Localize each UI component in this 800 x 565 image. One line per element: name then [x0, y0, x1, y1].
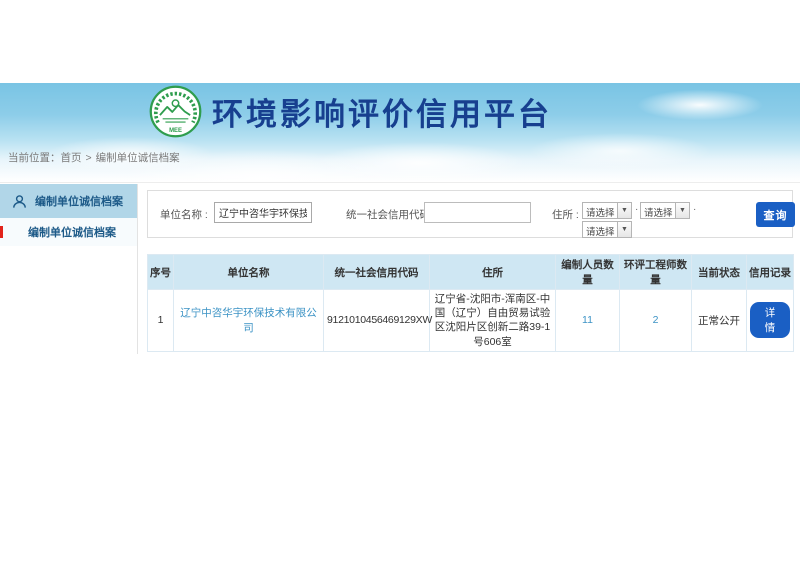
address-district-select[interactable]: 请选择 ▼	[582, 221, 632, 238]
chevron-down-icon[interactable]: ▼	[618, 202, 632, 219]
sidebar-header-label: 编制单位诚信档案	[35, 193, 123, 209]
detail-button[interactable]: 详情	[750, 302, 790, 338]
address-separator: ·	[635, 204, 638, 215]
cell-unit-name: 辽宁中咨华宇环保技术有限公司	[174, 290, 324, 352]
breadcrumb-home-link[interactable]: 首页	[61, 152, 82, 164]
column-header-address: 住所	[430, 255, 556, 290]
cell-credit-record: 详情	[747, 290, 794, 352]
active-item-marker	[0, 226, 3, 238]
column-header-credit-code: 统一社会信用代码	[324, 255, 430, 290]
cell-seq: 1	[148, 290, 174, 352]
brand: MEE 环境影响评价信用平台	[148, 84, 552, 139]
cell-engineer-count: 2	[620, 290, 692, 352]
cell-credit-code: 9121010456469129XW	[324, 290, 430, 352]
column-header-staff-count: 编制人员数量	[556, 255, 620, 290]
results-table: 序号 单位名称 统一社会信用代码 住所 编制人员数量 环评工程师数量 当前状态 …	[147, 254, 794, 352]
table-row: 1 辽宁中咨华宇环保技术有限公司 9121010456469129XW 辽宁省-…	[148, 290, 794, 352]
address-label: 住所 :	[552, 207, 579, 222]
unit-name-input[interactable]	[214, 202, 312, 223]
sidebar-item-compilation-unit-archive[interactable]: 编制单位诚信档案	[0, 218, 137, 246]
address-city-select[interactable]: 请选择 ▼	[640, 202, 690, 219]
cell-address: 辽宁省-沈阳市-浑南区-中国（辽宁）自由贸易试验区沈阳片区创新二路39-1号60…	[430, 290, 556, 352]
unit-name-link[interactable]: 辽宁中咨华宇环保技术有限公司	[180, 307, 317, 334]
chevron-down-icon[interactable]: ▼	[618, 221, 632, 238]
sidebar: 编制单位诚信档案 编制单位诚信档案	[0, 184, 138, 354]
breadcrumb: 当前位置：首页 > 编制单位诚信档案	[8, 150, 180, 165]
page-title: 环境影响评价信用平台	[212, 89, 552, 134]
column-header-seq: 序号	[148, 255, 174, 290]
column-header-credit-record: 信用记录	[747, 255, 794, 290]
address-province-select-value: 请选择	[582, 202, 618, 219]
credit-code-input[interactable]	[424, 202, 531, 223]
breadcrumb-current: 编制单位诚信档案	[96, 152, 180, 164]
address-district-select-value: 请选择	[582, 221, 618, 238]
sidebar-item-label: 编制单位诚信档案	[28, 224, 116, 240]
column-header-status: 当前状态	[692, 255, 747, 290]
chevron-down-icon[interactable]: ▼	[676, 202, 690, 219]
staff-count-link[interactable]: 11	[582, 314, 593, 326]
sidebar-header: 编制单位诚信档案	[0, 184, 137, 218]
breadcrumb-separator: >	[86, 152, 92, 164]
column-header-engineer-count: 环评工程师数量	[620, 255, 692, 290]
query-button[interactable]: 查询	[756, 202, 795, 227]
engineer-count-link[interactable]: 2	[653, 314, 659, 326]
mee-logo-icon: MEE	[148, 84, 203, 139]
header-banner: MEE 环境影响评价信用平台 当前位置：首页 > 编制单位诚信档案	[0, 83, 800, 183]
address-separator: ·	[693, 204, 696, 215]
breadcrumb-prefix: 当前位置：	[8, 152, 61, 164]
user-icon	[12, 194, 27, 209]
address-province-select[interactable]: 请选择 ▼	[582, 202, 632, 219]
credit-code-label: 统一社会信用代码 :	[346, 207, 436, 222]
cell-status: 正常公开	[692, 290, 747, 352]
cell-staff-count: 11	[556, 290, 620, 352]
unit-name-label: 单位名称 :	[160, 207, 208, 222]
search-form: 单位名称 : 统一社会信用代码 : 住所 : 请选择 ▼ · 请选择 ▼ · 请…	[147, 190, 793, 238]
column-header-unit-name: 单位名称	[174, 255, 324, 290]
table-header-row: 序号 单位名称 统一社会信用代码 住所 编制人员数量 环评工程师数量 当前状态 …	[148, 255, 794, 290]
svg-text:MEE: MEE	[169, 128, 182, 134]
main-content: 单位名称 : 统一社会信用代码 : 住所 : 请选择 ▼ · 请选择 ▼ · 请…	[147, 190, 793, 352]
address-city-select-value: 请选择	[640, 202, 676, 219]
